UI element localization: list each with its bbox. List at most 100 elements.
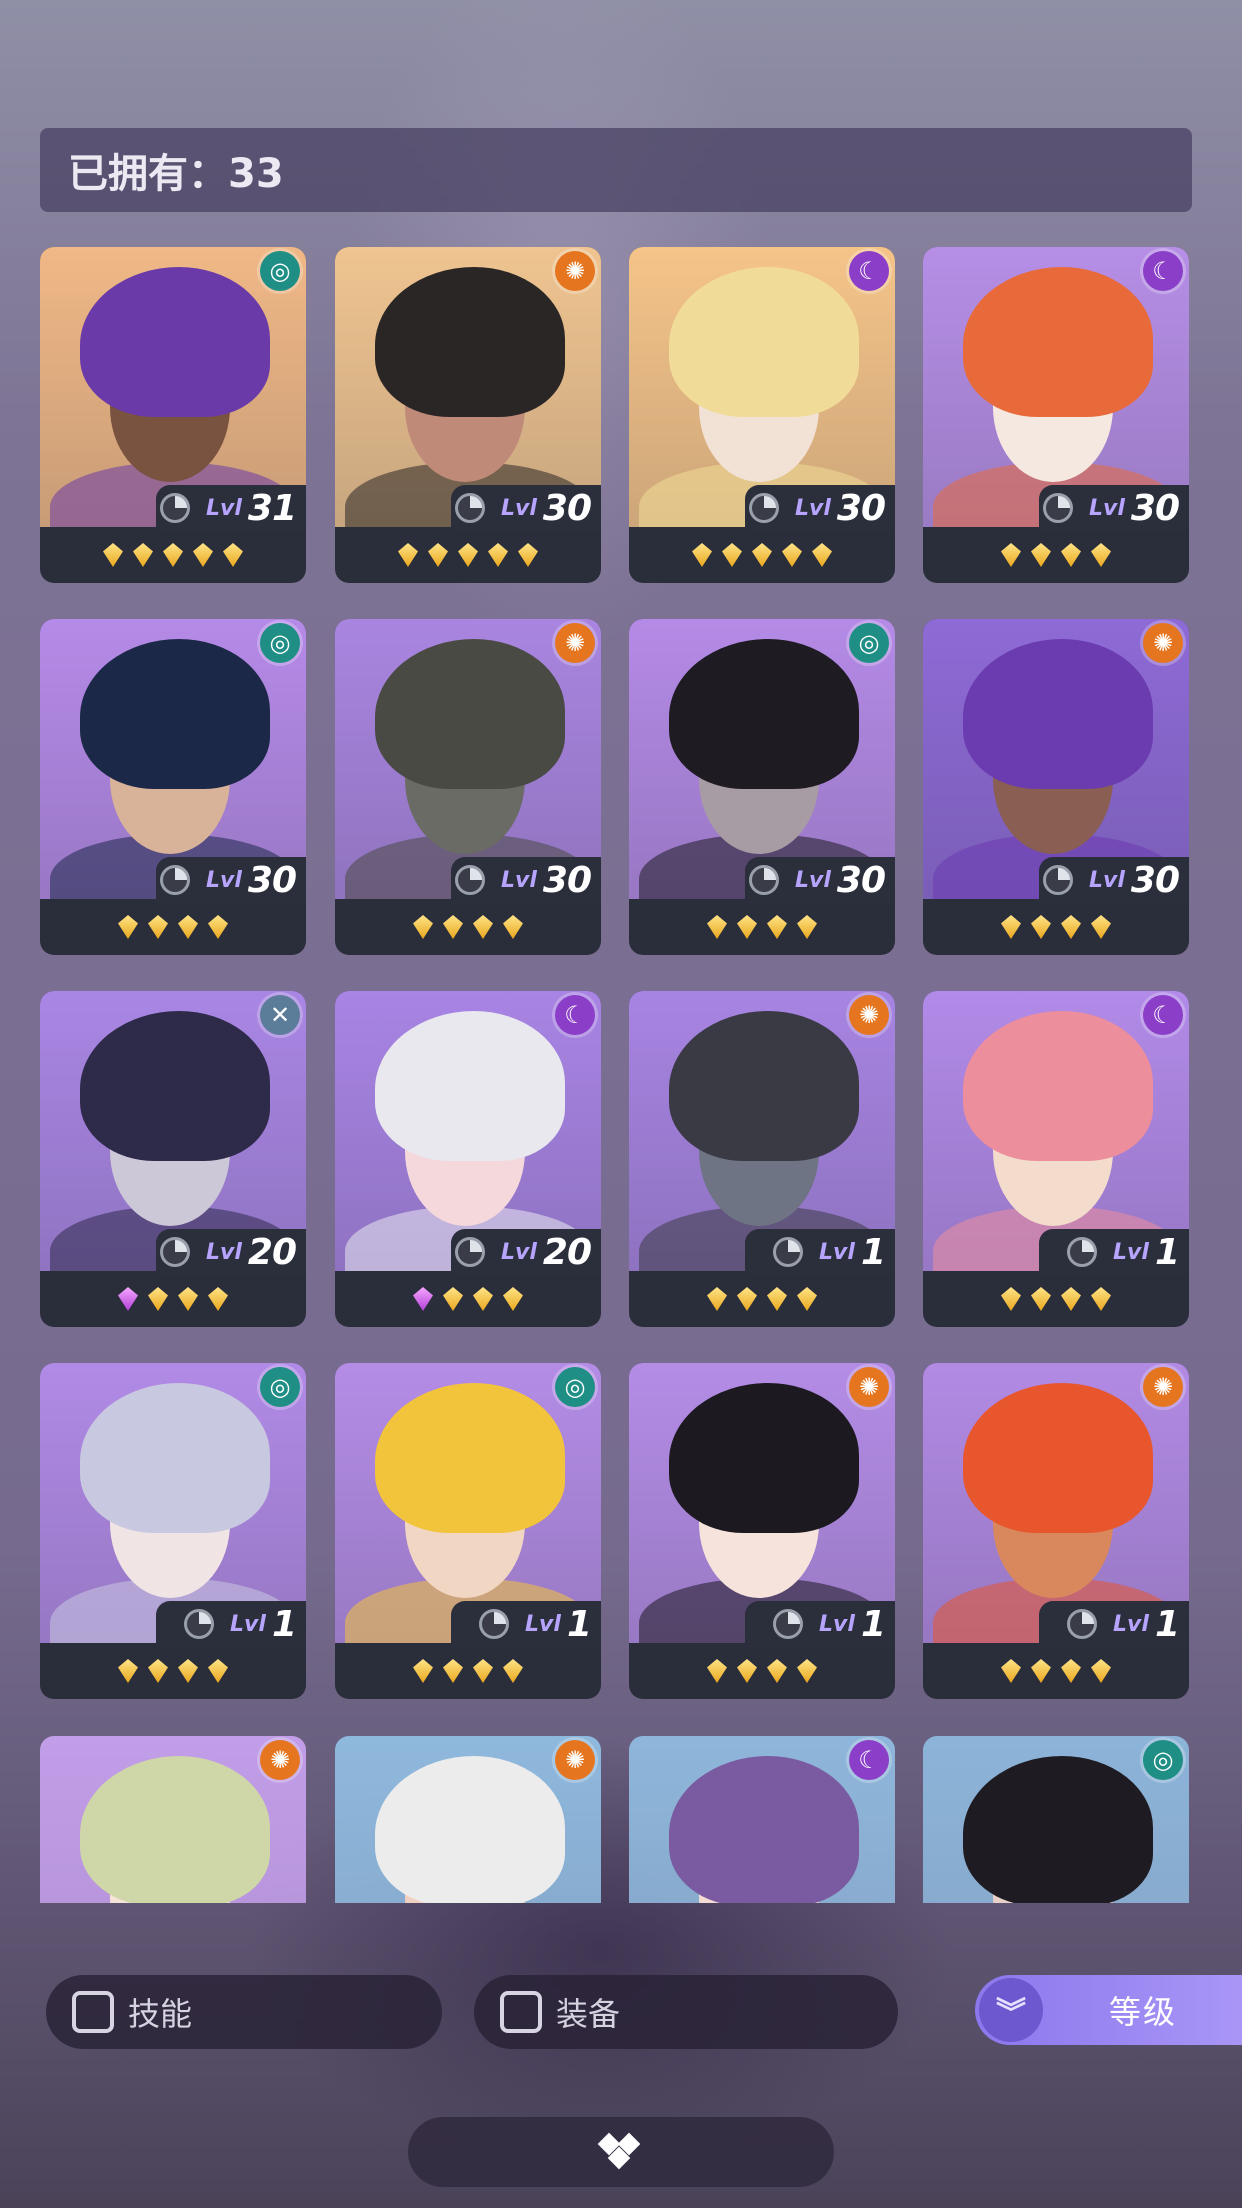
sun-element-icon: ✺ — [1143, 1367, 1183, 1407]
level-prefix: Lvl — [500, 1239, 537, 1265]
level-prefix: Lvl — [794, 867, 831, 893]
gold-gem-icon — [782, 543, 802, 567]
progress-pie-icon — [454, 1237, 485, 1267]
level-prefix: Lvl — [525, 1611, 561, 1637]
gold-gem-icon — [767, 915, 787, 939]
level-box: Lvl 30 — [451, 485, 601, 531]
progress-pie-icon — [159, 493, 190, 523]
hero-card[interactable]: ☾ Lvl 30 — [923, 247, 1189, 583]
hero-card[interactable]: ☾ Lvl 1 — [923, 991, 1189, 1327]
star-rating — [40, 1271, 306, 1327]
gold-gem-icon — [103, 543, 123, 567]
gold-gem-icon — [148, 1287, 168, 1311]
hero-card[interactable]: ✺ — [40, 1736, 306, 1903]
sort-by-level-button[interactable]: ︾ 等级 — [975, 1975, 1242, 2045]
star-rating — [335, 1271, 601, 1327]
hero-card[interactable]: ✺ Lvl 1 — [923, 1363, 1189, 1699]
gold-gem-icon — [722, 543, 742, 567]
gold-gem-icon — [1061, 915, 1081, 939]
level-box: Lvl 30 — [1039, 485, 1189, 531]
level-box: Lvl 30 — [1039, 857, 1189, 903]
hero-card[interactable]: ✺ Lvl 30 — [335, 247, 601, 583]
gold-gem-icon — [503, 1659, 523, 1683]
gold-gem-icon — [208, 915, 228, 939]
level-prefix: Lvl — [205, 867, 242, 893]
hero-card[interactable]: ◎ Lvl 30 — [40, 619, 306, 955]
sun-element-icon: ✺ — [555, 623, 595, 663]
hero-card[interactable]: ◎ Lvl 1 — [335, 1363, 601, 1699]
gold-gem-icon — [1001, 543, 1021, 567]
gold-gem-icon — [692, 543, 712, 567]
moon-element-icon: ☾ — [849, 251, 889, 291]
progress-pie-icon — [773, 1609, 804, 1639]
gold-gem-icon — [1001, 1659, 1021, 1683]
progress-pie-icon — [454, 865, 485, 895]
level-box: Lvl 1 — [451, 1601, 601, 1647]
equipment-filter-toggle[interactable]: 装备 — [474, 1975, 898, 2049]
level-number: 30 — [247, 859, 297, 901]
gold-gem-icon — [1031, 1287, 1051, 1311]
level-prefix: Lvl — [819, 1239, 855, 1265]
gold-gem-icon — [473, 915, 493, 939]
hero-card[interactable]: ✕ Lvl 20 — [40, 991, 306, 1327]
gold-gem-icon — [1091, 915, 1111, 939]
collapse-handle[interactable] — [408, 2117, 834, 2187]
level-box: Lvl 1 — [1039, 1229, 1189, 1275]
star-rating — [629, 1271, 895, 1327]
level-box: Lvl 20 — [156, 1229, 306, 1275]
level-number: 31 — [247, 487, 297, 529]
hero-card[interactable]: ◎ Lvl 31 — [40, 247, 306, 583]
equipment-filter-label: 装备 — [556, 1995, 621, 2033]
gold-gem-icon — [473, 1659, 493, 1683]
hero-card[interactable]: ✺ — [335, 1736, 601, 1903]
gold-gem-icon — [503, 1287, 523, 1311]
hero-grid[interactable]: ◎ Lvl 31 ✺ Lvl 30 ☾ Lvl 30 ☾ Lvl 30 ◎ Lvl 30 ✺ Lvl 30 ◎ Lvl… — [40, 247, 1192, 1903]
sun-element-icon: ✺ — [849, 1367, 889, 1407]
hero-card[interactable]: ◎ — [923, 1736, 1189, 1903]
hero-card[interactable]: ✺ Lvl 30 — [923, 619, 1189, 955]
hero-card[interactable]: ✺ Lvl 1 — [629, 1363, 895, 1699]
level-box: Lvl 30 — [745, 857, 895, 903]
level-number: 1 — [860, 1231, 886, 1273]
gold-gem-icon — [797, 915, 817, 939]
level-prefix: Lvl — [205, 495, 242, 521]
gold-gem-icon — [737, 915, 757, 939]
star-rating — [923, 899, 1189, 955]
gold-gem-icon — [1061, 543, 1081, 567]
gold-gem-icon — [488, 543, 508, 567]
skill-filter-label: 技能 — [128, 1995, 193, 2033]
level-number: 20 — [247, 1231, 297, 1273]
chevron-double-down-icon: ︾ — [979, 1978, 1043, 2042]
sun-element-icon: ✺ — [1143, 623, 1183, 663]
gold-gem-icon — [148, 915, 168, 939]
hero-card[interactable]: ✺ Lvl 1 — [629, 991, 895, 1327]
equipment-checkbox[interactable] — [500, 1991, 542, 2033]
hero-card[interactable]: ☾ Lvl 20 — [335, 991, 601, 1327]
gold-gem-icon — [178, 915, 198, 939]
wind-element-icon: ◎ — [555, 1367, 595, 1407]
level-number: 1 — [1154, 1231, 1180, 1273]
hero-card[interactable]: ✺ Lvl 30 — [335, 619, 601, 955]
level-prefix: Lvl — [205, 1239, 242, 1265]
hero-card[interactable]: ☾ — [629, 1736, 895, 1903]
star-rating — [335, 527, 601, 583]
level-box: Lvl 1 — [1039, 1601, 1189, 1647]
hero-card[interactable]: ◎ Lvl 1 — [40, 1363, 306, 1699]
level-number: 1 — [860, 1603, 886, 1645]
star-rating — [629, 899, 895, 955]
gold-gem-icon — [503, 915, 523, 939]
level-number: 1 — [566, 1603, 592, 1645]
gold-gem-icon — [1001, 915, 1021, 939]
gold-gem-icon — [398, 543, 418, 567]
gold-gem-icon — [518, 543, 538, 567]
sun-element-icon: ✺ — [260, 1740, 300, 1780]
skill-checkbox[interactable] — [72, 1991, 114, 2033]
sun-element-icon: ✺ — [555, 251, 595, 291]
hero-card[interactable]: ◎ Lvl 30 — [629, 619, 895, 955]
gold-gem-icon — [1091, 543, 1111, 567]
skill-filter-toggle[interactable]: 技能 — [46, 1975, 442, 2049]
hero-card[interactable]: ☾ Lvl 30 — [629, 247, 895, 583]
star-rating — [923, 1643, 1189, 1699]
moon-element-icon: ☾ — [1143, 251, 1183, 291]
owned-count-bar: 已拥有：33 — [40, 128, 1192, 212]
